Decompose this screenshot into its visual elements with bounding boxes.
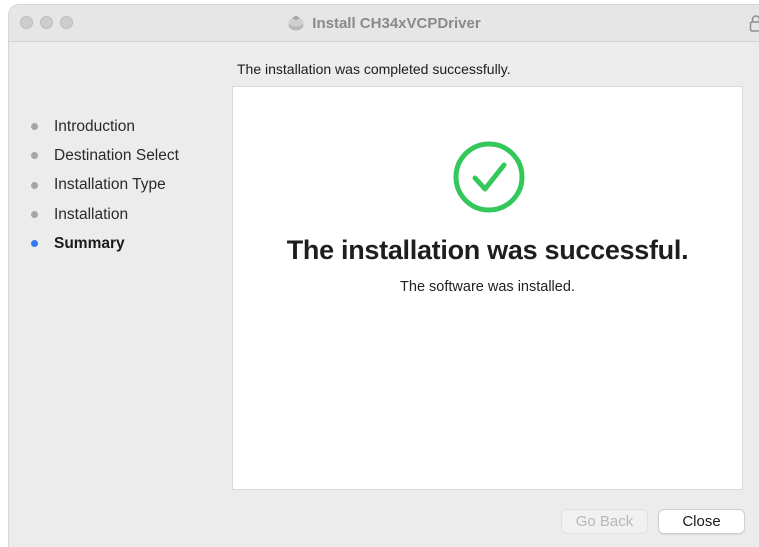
success-subtitle: The software was installed.	[400, 279, 575, 295]
package-icon	[288, 15, 304, 31]
step-installation: Installation	[31, 200, 179, 229]
step-label: Destination Select	[54, 146, 179, 164]
go-back-button[interactable]: Go Back	[561, 509, 648, 534]
step-introduction: Introduction	[31, 112, 179, 141]
step-dot-active	[31, 240, 38, 248]
title-bar[interactable]: Install CH34xVCPDriver	[9, 5, 759, 42]
lock-icon	[749, 15, 759, 32]
step-installation-type: Installation Type	[31, 171, 179, 200]
step-dot	[31, 181, 38, 189]
step-label: Summary	[54, 234, 125, 252]
step-summary: Summary	[31, 229, 179, 258]
close-button[interactable]: Close	[658, 509, 745, 534]
step-label: Installation Type	[54, 176, 166, 194]
step-destination-select: Destination Select	[31, 141, 179, 170]
installer-window: Install CH34xVCPDriver The installation …	[9, 5, 759, 547]
step-dot	[31, 123, 38, 131]
step-label: Introduction	[54, 117, 135, 135]
step-dot	[31, 152, 38, 160]
status-heading: The installation was completed successfu…	[237, 61, 511, 77]
checkmark-circle-icon	[453, 141, 525, 213]
step-label: Installation	[54, 205, 129, 223]
content-panel: The installation was successful. The sof…	[232, 86, 743, 490]
window-title-group: Install CH34xVCPDriver	[9, 5, 759, 41]
installer-steps-list: Introduction Destination Select Installa…	[31, 112, 179, 258]
step-dot	[31, 211, 38, 219]
window-title: Install CH34xVCPDriver	[312, 14, 481, 32]
success-title: The installation was successful.	[286, 235, 689, 265]
